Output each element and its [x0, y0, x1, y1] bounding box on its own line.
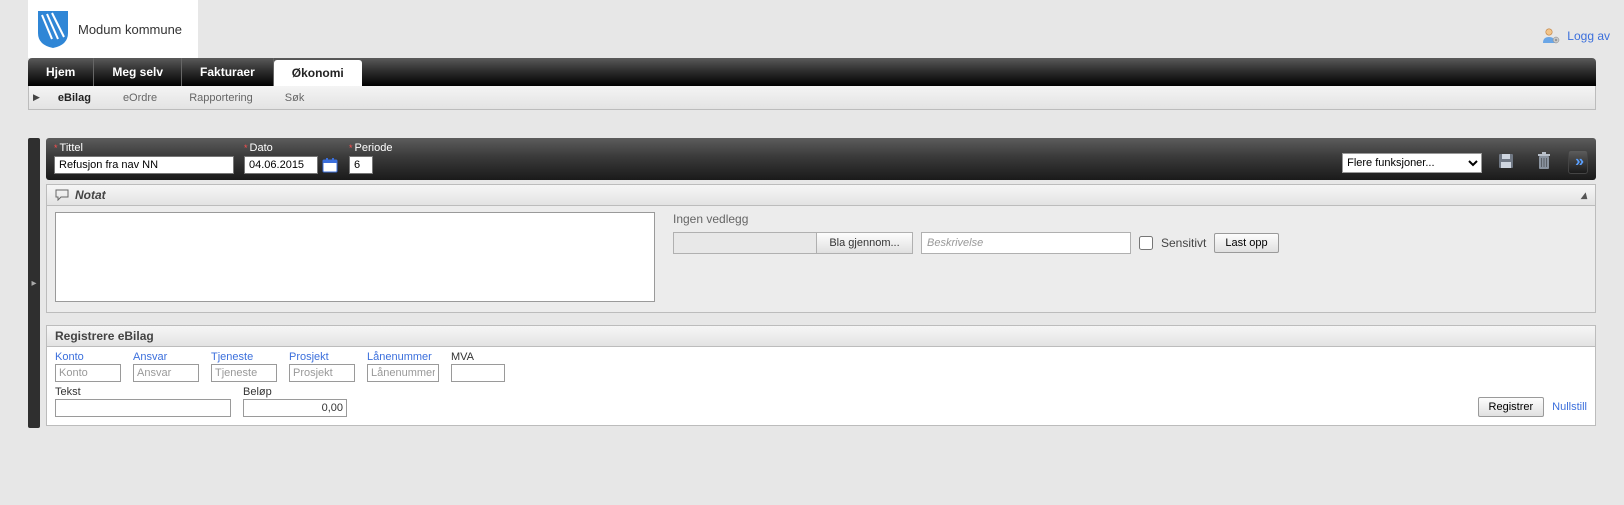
user-gear-icon: [1541, 26, 1561, 46]
side-rail-toggle[interactable]: ▸: [28, 138, 40, 428]
upload-button[interactable]: Last opp: [1214, 233, 1278, 253]
register-row2: Tekst Beløp: [55, 386, 1587, 417]
calendar-icon[interactable]: [321, 156, 339, 174]
prosjekt-label[interactable]: Prosjekt: [289, 351, 355, 363]
content-wrap: ▸ *Tittel *Dato: [28, 138, 1596, 428]
save-icon[interactable]: [1492, 148, 1520, 174]
attachment-column: Ingen vedlegg Bla gjennom... Sensitivt L…: [673, 212, 1587, 302]
lanenr-label[interactable]: Lånenummer: [367, 351, 439, 363]
register-title: Registrere eBilag: [46, 325, 1596, 346]
sensitive-label: Sensitivt: [1161, 236, 1206, 250]
prosjekt-input[interactable]: [289, 364, 355, 382]
notat-title: Notat: [75, 188, 106, 202]
form-header: *Tittel *Dato: [46, 138, 1596, 180]
subnav-rapportering[interactable]: Rapportering: [173, 88, 269, 108]
field-tittel: *Tittel: [54, 142, 234, 174]
tab-fakturaer[interactable]: Fakturaer: [182, 58, 274, 86]
subnav-caret-icon: ▶: [33, 92, 40, 103]
tab-okonomi[interactable]: Økonomi: [274, 60, 362, 86]
speech-bubble-icon: [55, 189, 69, 201]
tekst-input[interactable]: [55, 399, 231, 417]
content: *Tittel *Dato: [46, 138, 1596, 428]
notat-textarea[interactable]: [55, 212, 655, 302]
brand-logo: Modum kommune: [28, 0, 198, 58]
dato-label: Dato: [250, 142, 273, 154]
subnav-sok[interactable]: Søk: [269, 88, 321, 108]
notat-header: Notat ▴: [47, 185, 1595, 206]
register-actions: Registrer Nullstill: [1478, 397, 1587, 417]
sensitive-checkbox[interactable]: [1139, 236, 1153, 250]
konto-input[interactable]: [55, 364, 121, 382]
forward-button[interactable]: »: [1568, 150, 1588, 174]
tittel-label: Tittel: [60, 142, 83, 154]
belop-label: Beløp: [243, 386, 347, 398]
tjeneste-label[interactable]: Tjeneste: [211, 351, 277, 363]
field-dato: *Dato: [244, 142, 339, 174]
main-nav: Hjem Meg selv Fakturaer Økonomi: [28, 58, 1596, 86]
belop-input[interactable]: [243, 399, 347, 417]
tjeneste-input[interactable]: [211, 364, 277, 382]
subnav-eordre[interactable]: eOrdre: [107, 88, 173, 108]
browse-button[interactable]: Bla gjennom...: [816, 233, 912, 253]
topbar: Modum kommune Logg av: [0, 0, 1624, 58]
register-button[interactable]: Registrer: [1478, 397, 1545, 417]
no-attachment-label: Ingen vedlegg: [673, 212, 1587, 226]
notat-panel: Notat ▴ Ingen vedlegg Bla gjennom... Sen…: [46, 184, 1596, 313]
shield-icon: [36, 9, 70, 49]
register-row1: Konto Ansvar Tjeneste Prosjekt Lånenumme…: [55, 351, 1587, 382]
tittel-input[interactable]: [54, 156, 234, 174]
lanenr-input[interactable]: [367, 364, 439, 382]
attachment-row: Bla gjennom... Sensitivt Last opp: [673, 232, 1587, 254]
trash-icon[interactable]: [1530, 148, 1558, 174]
periode-label: Periode: [355, 142, 393, 154]
register-body: Konto Ansvar Tjeneste Prosjekt Lånenumme…: [46, 346, 1596, 426]
logoff-link[interactable]: Logg av: [1541, 26, 1610, 46]
mva-label: MVA: [451, 351, 505, 363]
tab-hjem[interactable]: Hjem: [28, 58, 94, 86]
reset-link[interactable]: Nullstill: [1552, 401, 1587, 413]
mva-input[interactable]: [451, 364, 505, 382]
field-periode: *Periode: [349, 142, 392, 174]
tekst-label: Tekst: [55, 386, 231, 398]
dato-input[interactable]: [244, 156, 318, 174]
sub-nav: ▶ eBilag eOrdre Rapportering Søk: [28, 86, 1596, 110]
subnav-ebilag[interactable]: eBilag: [42, 88, 107, 108]
tab-megselv[interactable]: Meg selv: [94, 58, 182, 86]
attachment-description-input[interactable]: [921, 232, 1131, 254]
brand-name: Modum kommune: [78, 22, 182, 37]
konto-label[interactable]: Konto: [55, 351, 121, 363]
notat-body: Ingen vedlegg Bla gjennom... Sensitivt L…: [47, 206, 1595, 312]
file-input[interactable]: Bla gjennom...: [673, 232, 913, 254]
more-functions-select[interactable]: Flere funksjoner...: [1342, 153, 1482, 173]
logoff-label: Logg av: [1567, 29, 1610, 43]
collapse-icon[interactable]: ▴: [1581, 188, 1587, 202]
periode-input[interactable]: [349, 156, 373, 174]
ansvar-input[interactable]: [133, 364, 199, 382]
ansvar-label[interactable]: Ansvar: [133, 351, 199, 363]
